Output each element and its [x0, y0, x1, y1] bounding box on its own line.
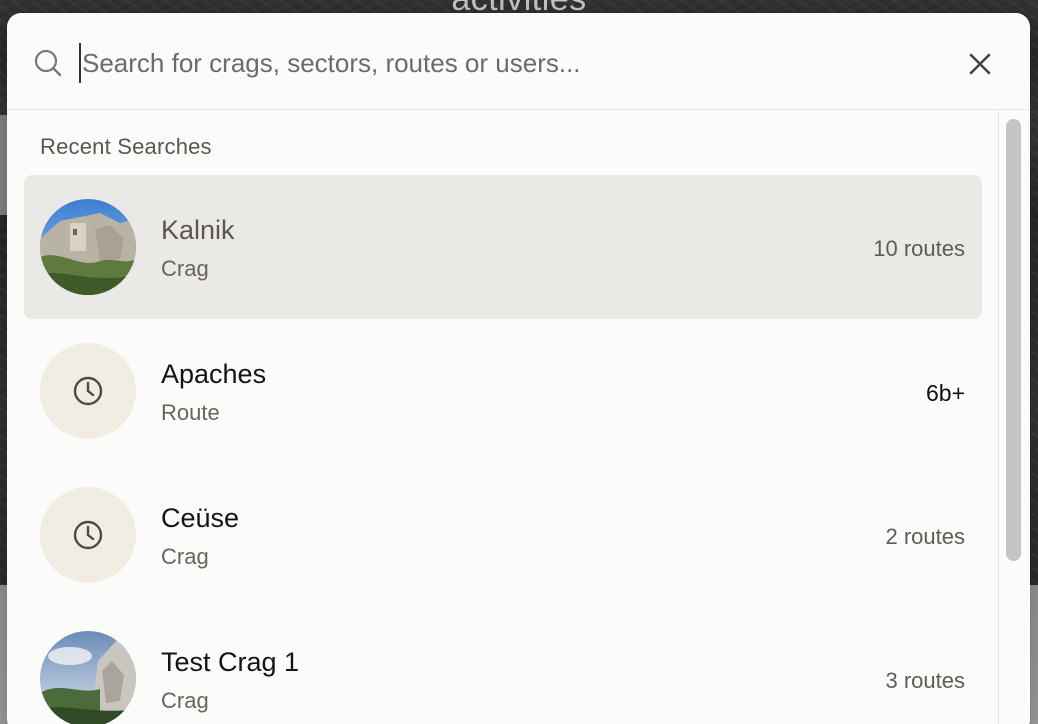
search-input[interactable] [79, 43, 939, 83]
item-name: Ceüse [161, 503, 240, 533]
search-bar [7, 13, 1030, 110]
item-type: Crag [161, 256, 209, 281]
recent-avatar [40, 487, 136, 583]
search-icon [34, 49, 62, 77]
recent-avatar [40, 343, 136, 439]
item-type: Route [161, 400, 220, 425]
item-name: Test Crag 1 [161, 647, 300, 677]
scrollbar-thumb[interactable] [1006, 119, 1021, 561]
crag-photo [40, 631, 136, 724]
recent-searches-list: Recent Searches Kalnik Crag 10 routes Ap… [7, 111, 998, 724]
search-modal: Recent Searches [7, 13, 1030, 724]
section-heading: Recent Searches [40, 134, 212, 159]
clock-icon [73, 520, 103, 550]
list-item[interactable]: Apaches Route 6b+ [24, 319, 982, 463]
item-name: Apaches [161, 359, 267, 389]
item-meta: 3 routes [885, 668, 966, 693]
list-item[interactable]: Kalnik Crag 10 routes [24, 175, 982, 319]
item-name: Kalnik [161, 215, 235, 245]
list-item[interactable]: Test Crag 1 Crag 3 routes [24, 607, 982, 724]
item-grade: 6b+ [925, 380, 965, 406]
item-meta: 10 routes [873, 236, 965, 261]
close-icon[interactable] [965, 49, 995, 79]
item-type: Crag [161, 688, 209, 713]
scrollbar[interactable] [998, 111, 1030, 724]
item-meta: 2 routes [885, 524, 966, 549]
clock-icon [73, 376, 103, 406]
item-type: Crag [161, 544, 209, 569]
list-item[interactable]: Ceüse Crag 2 routes [24, 463, 982, 607]
crag-photo [40, 199, 136, 295]
